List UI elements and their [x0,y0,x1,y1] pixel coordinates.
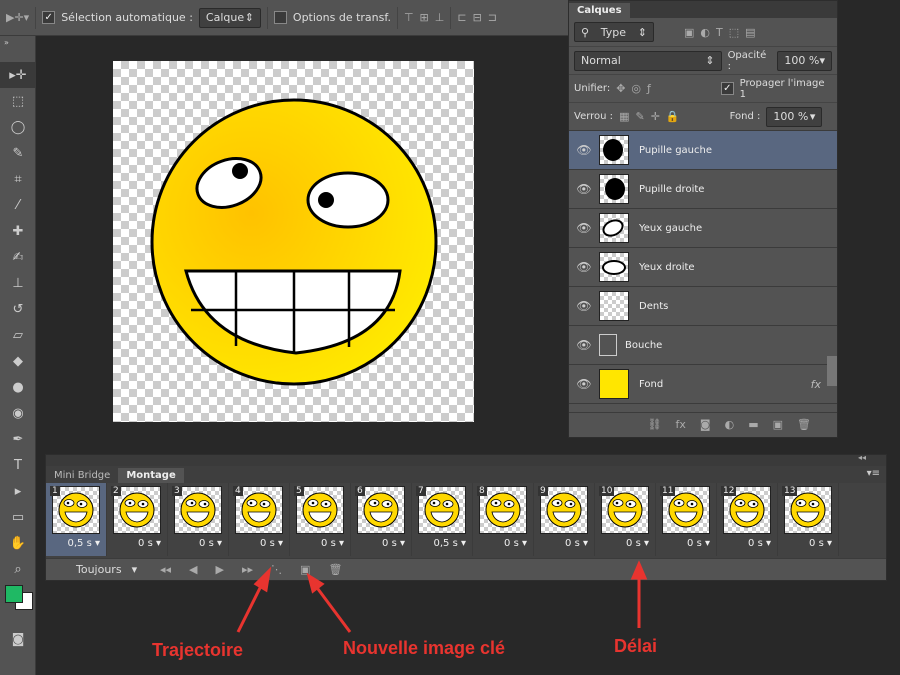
frame-number: 13 [782,486,798,496]
new-frame-arrow [313,584,352,633]
frame-number: 8 [477,486,487,496]
trajectoire-arrowhead [253,566,272,593]
frame-number: 6 [355,486,365,496]
frame-number: 5 [294,486,304,496]
new-frame-arrowhead [306,572,325,594]
frame-number: 9 [538,486,548,496]
frame-number: 7 [416,486,426,496]
frame-number: 10 [599,486,615,496]
frame-number: 2 [111,486,121,496]
frame-number: 11 [660,486,676,496]
annotation-new-frame: Nouvelle image clé [343,638,506,658]
frame-number: 4 [233,486,243,496]
annotation-delay: Délai [614,636,658,656]
frame-number: 1 [50,486,60,496]
frame-number: 12 [721,486,737,496]
frame-number: 3 [172,486,182,496]
annotation-arrows [236,560,648,633]
annotation-trajectoire: Trajectoire [152,640,244,660]
delay-arrowhead [630,560,648,580]
